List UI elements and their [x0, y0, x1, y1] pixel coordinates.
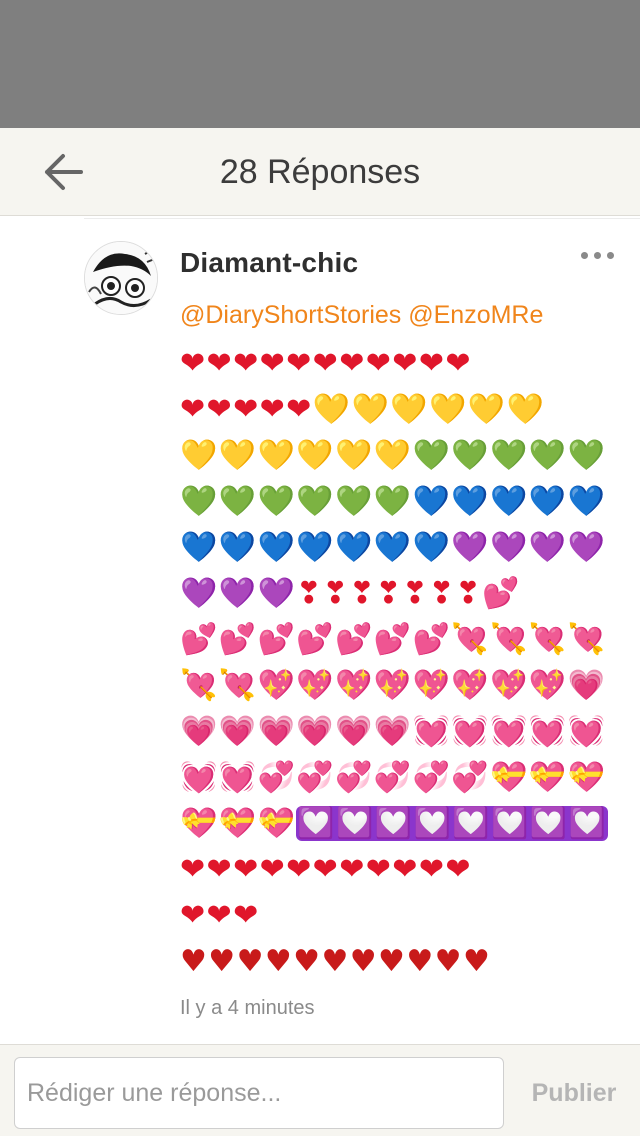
emoji-run: 💕💕💕💕💕💕💕💘💘💘💘 — [180, 622, 607, 657]
publish-button[interactable]: Publier — [518, 1057, 630, 1129]
emoji-run: 💛💛💛💛💛💛 — [180, 438, 413, 473]
comment-author[interactable]: Diamant-chic — [180, 247, 358, 279]
emoji-run: ❤❤❤❤❤❤❤❤❤❤❤ — [180, 852, 472, 887]
top-bar: 28 Réponses — [0, 128, 640, 216]
comment-text-line: ♥♥♥♥♥♥♥♥♥♥♥ — [180, 939, 620, 985]
comment-text-line: 💘💘💖💖💖💖💖💖💖💖💗 — [180, 663, 620, 709]
emoji-run: ♥♥♥♥♥♥♥♥♥♥♥ — [180, 944, 492, 979]
reply-bar: Publier — [0, 1044, 640, 1136]
comment-card: Diamant-chic @DiaryShortStories @EnzoMRe… — [0, 219, 640, 1043]
mention-link[interactable]: @EnzoMRe — [408, 301, 543, 329]
avatar[interactable] — [84, 241, 158, 315]
arrow-left-icon — [45, 154, 83, 190]
more-options-button[interactable] — [572, 243, 622, 267]
avatar-image — [85, 242, 157, 314]
comment-text-line: 💛💛💛💛💛💛💚💚💚💚💚 — [180, 433, 620, 479]
comment-timestamp: Il y a 4 minutes — [180, 997, 315, 1019]
more-dot — [593, 251, 601, 259]
comment-text-line: 💝💝💝💟💟💟💟💟💟💟💟 — [180, 801, 620, 847]
emoji-run: 💗💗💗💗💗💗💓💓💓💓💓 — [180, 714, 607, 749]
more-dot — [606, 251, 614, 259]
emoji-run: 💚💚💚💚💚💚 — [180, 484, 413, 519]
back-button[interactable] — [34, 148, 92, 196]
emoji-run: ❣❣❣❣❣❣❣ — [296, 576, 483, 611]
emoji-run: 💙💙💙💙💙💙💙 — [180, 530, 452, 565]
emoji-run: 💓💓💞💞💞💞💞💞 — [180, 760, 491, 795]
emoji-run: 💝💝💝 — [180, 806, 297, 841]
emoji-run: 💝💝💝 — [490, 760, 607, 795]
emoji-run: 💚💚💚💚💚 — [412, 438, 607, 473]
emoji-run: 💕 — [482, 576, 521, 611]
emoji-run: 💘💘💖💖💖💖💖💖💖💖💗 — [180, 668, 607, 703]
comment-text-line: ❤❤❤❤❤💛💛💛💛💛💛 — [180, 387, 620, 433]
comment-body: ❤❤❤❤❤❤❤❤❤❤❤ ❤❤❤❤❤💛💛💛💛💛💛 💛💛💛💛💛💛💚💚💚💚💚 💚💚💚💚💚💚💙… — [180, 341, 620, 985]
emoji-run: 💙💙💙💙💙 — [412, 484, 607, 519]
emoji-run: 💛💛💛💛💛💛 — [312, 392, 546, 427]
comment-text-line: 💓💓💞💞💞💞💞💞💝💝💝 — [180, 755, 620, 801]
comment-text-line: 💕💕💕💕💕💕💕💘💘💘💘 — [180, 617, 620, 663]
mention-link[interactable]: @DiaryShortStories — [180, 301, 401, 329]
mentions: @DiaryShortStories @EnzoMRe — [180, 301, 543, 330]
emoji-run: 💜💜💜💜 — [451, 530, 607, 565]
comment-text-line: ❤❤❤ — [180, 893, 620, 939]
reply-input[interactable] — [14, 1057, 504, 1129]
comment-text-line: ❤❤❤❤❤❤❤❤❤❤❤ — [180, 847, 620, 893]
emoji-run: ❤❤❤ — [180, 898, 260, 933]
emoji-run: 💜💜💜 — [180, 576, 297, 611]
page-title: 28 Réponses — [219, 153, 421, 191]
comment-text-line: ❤❤❤❤❤❤❤❤❤❤❤ — [180, 341, 620, 387]
emoji-run: ❤❤❤❤❤❤❤❤❤❤❤ — [180, 346, 472, 381]
status-bar-area — [0, 0, 640, 128]
comment-text-line: 💗💗💗💗💗💗💓💓💓💓💓 — [180, 709, 620, 755]
emoji-run: 💟💟💟💟💟💟💟💟 — [296, 806, 609, 841]
emoji-run: ❤❤❤❤❤ — [180, 392, 313, 427]
comment-text-line: 💙💙💙💙💙💙💙💜💜💜💜 — [180, 525, 620, 571]
more-dots-icon — [580, 251, 588, 259]
comment-text-line: 💜💜💜❣❣❣❣❣❣❣💕 — [180, 571, 620, 617]
comment-text-line: 💚💚💚💚💚💚💙💙💙💙💙 — [180, 479, 620, 525]
